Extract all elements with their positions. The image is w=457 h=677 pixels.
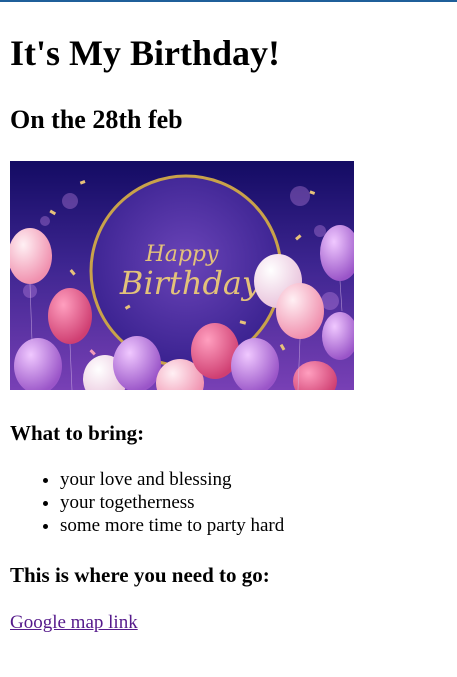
page-title: It's My Birthday! bbox=[10, 33, 280, 73]
location-heading: This is where you need to go: bbox=[10, 563, 270, 587]
banner-birthday-text: Birthday bbox=[119, 264, 261, 302]
list-item: your togetherness bbox=[60, 491, 284, 514]
page-subtitle: On the 28th feb bbox=[10, 105, 183, 134]
list-item: some more time to party hard bbox=[60, 514, 284, 537]
google-map-link[interactable]: Google map link bbox=[10, 611, 138, 635]
browser-top-border bbox=[0, 0, 457, 2]
list-item: your love and blessing bbox=[60, 468, 284, 491]
bring-list: your love and blessing your togetherness… bbox=[10, 468, 284, 537]
birthday-banner-image: Happy Birthday bbox=[10, 161, 354, 390]
bring-heading: What to bring: bbox=[10, 421, 145, 445]
